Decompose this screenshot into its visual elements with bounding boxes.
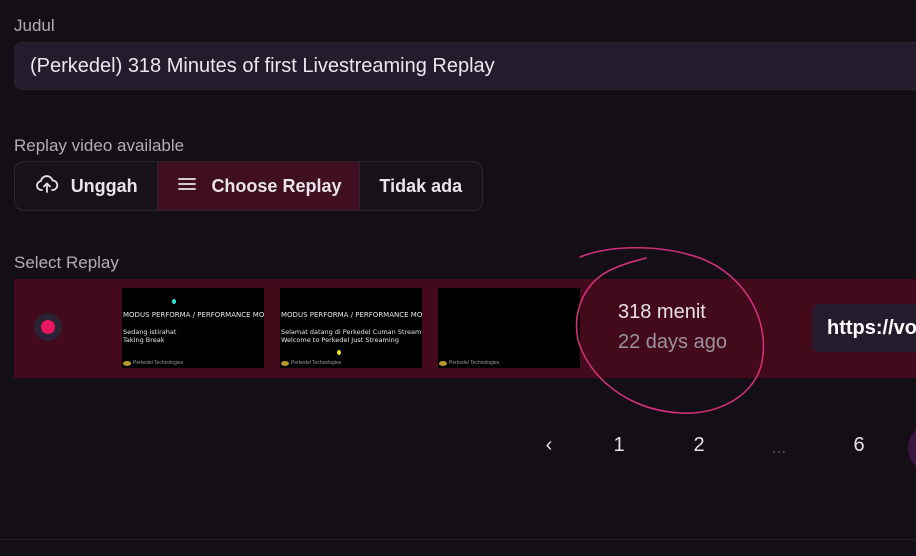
replay-editor-page: Judul (Perkedel) 318 Minutes of first Li… <box>0 0 916 556</box>
pagination-page-1[interactable]: 1 <box>604 434 634 457</box>
replay-radio[interactable] <box>34 313 62 341</box>
title-label: Judul <box>14 16 55 35</box>
replay-thumbnail: MODUS PERFORMA / PERFORMANCE MODE Selama… <box>280 288 422 368</box>
thumbnail-line: Welcome to Perkedel Just Streaming <box>281 336 399 344</box>
pagination-next-button[interactable] <box>908 423 916 473</box>
thumbnail-watermark: Perkedel Technologies <box>439 360 499 366</box>
none-button[interactable]: Tidak ada <box>358 162 482 210</box>
pagination-prev-button[interactable]: ‹ <box>534 434 564 457</box>
title-input[interactable]: (Perkedel) 318 Minutes of first Livestre… <box>14 42 916 90</box>
thumbnail-watermark: Perkedel Technologies <box>281 360 341 366</box>
choose-replay-button-label: Choose Replay <box>211 175 342 196</box>
thumbnail-watermark: Perkedel Technologies <box>123 360 183 366</box>
cursor-dot <box>172 299 176 304</box>
perkedel-logo <box>281 360 289 366</box>
replay-duration: 318 menit <box>618 301 706 323</box>
perkedel-logo <box>123 360 131 366</box>
replay-age: 22 days ago <box>618 331 727 353</box>
perkedel-logo <box>439 360 447 366</box>
divider <box>0 539 916 540</box>
replay-list-item[interactable]: MODUS PERFORMA / PERFORMANCE MODE Sedang… <box>14 279 916 378</box>
none-button-label: Tidak ada <box>379 175 463 196</box>
cursor-dot <box>337 350 341 355</box>
thumbnail-heading: MODUS PERFORMA / PERFORMANCE MODE <box>281 311 422 319</box>
upload-button-label: Unggah <box>70 175 138 196</box>
pagination-page-2[interactable]: 2 <box>684 434 714 457</box>
thumbnail-line: Taking Break <box>123 336 165 344</box>
replay-source-label: Replay video available <box>14 136 185 155</box>
select-replay-label: Select Replay <box>14 253 119 272</box>
thumbnail-text: Sedang istirahat Taking Break <box>123 328 176 344</box>
replay-thumbnail: MODUS PERFORMA / PERFORMANCE MODE Sedang… <box>122 288 264 368</box>
pagination-page-6[interactable]: 6 <box>844 434 874 457</box>
menu-lines-icon <box>175 172 199 201</box>
upload-cloud-icon <box>35 172 59 201</box>
upload-button[interactable]: Unggah <box>15 162 157 210</box>
radio-selected-dot <box>41 320 55 334</box>
thumbnail-line: Sedang istirahat <box>123 328 177 336</box>
thumbnail-line: Selamat datang di Perkedel Cuman Streami… <box>281 328 422 336</box>
pagination-ellipsis: ... <box>771 438 787 457</box>
replay-source-toggle: Unggah Choose Replay Tidak ada <box>14 161 483 211</box>
replay-thumbnail: Perkedel Technologies <box>438 288 580 368</box>
replay-url[interactable]: https://vo <box>812 304 916 352</box>
thumbnail-heading: MODUS PERFORMA / PERFORMANCE MODE <box>123 311 264 319</box>
choose-replay-button[interactable]: Choose Replay <box>157 162 359 210</box>
thumbnail-text: Selamat datang di Perkedel Cuman Streami… <box>281 328 422 344</box>
